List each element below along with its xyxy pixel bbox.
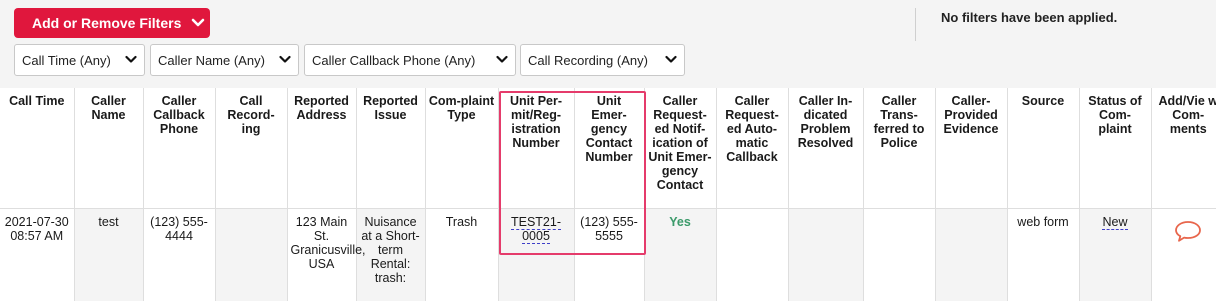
table-row: 2021-07-30 08:57 AM test (123) 555-4444 … [0,208,1216,301]
add-remove-filters-label: Add or Remove Filters [32,15,182,31]
column-header-requested-notification[interactable]: Caller Request-ed Notif-ication of Unit … [644,88,717,209]
filter-divider [915,8,916,41]
cell-provided-evidence [935,208,1008,301]
cell-transferred-police [863,208,936,301]
column-header-transferred-police[interactable]: Caller Trans-ferred to Police [863,88,936,209]
column-header-source[interactable]: Source [1007,88,1080,209]
caller-callback-phone-filter-label: Caller Callback Phone (Any) [312,52,476,68]
call-recording-filter[interactable]: Call Recording (Any) [520,44,685,76]
cell-problem-resolved [788,208,864,301]
cell-call-time: 2021-07-30 08:57 AM [0,208,75,301]
filter-status-text: No filters have been applied. [941,10,1118,25]
caller-name-filter[interactable]: Caller Name (Any) [150,44,299,76]
cell-complaint-type: Trash [425,208,499,301]
cell-emergency-contact: (123) 555-5555 [574,208,645,301]
chevron-down-icon [496,55,508,64]
caller-callback-phone-filter[interactable]: Caller Callback Phone (Any) [304,44,516,76]
chevron-down-icon [191,18,205,28]
speech-bubble-icon[interactable] [1173,219,1203,243]
column-header-call-time[interactable]: Call Time [0,88,75,209]
complaints-table: Call Time Caller Name Caller Callback Ph… [0,88,1216,301]
call-recording-filter-label: Call Recording (Any) [528,52,648,68]
column-header-reported-address[interactable]: Reported Address [287,88,357,209]
cell-requested-notification: Yes [644,208,717,301]
column-header-unit-emergency-contact[interactable]: Unit Emer-gency Contact Number [574,88,645,209]
column-header-status[interactable]: Status of Com-plaint [1079,88,1152,209]
column-header-problem-resolved[interactable]: Caller In-dicated Problem Resolved [788,88,864,209]
column-header-complaint-type[interactable]: Com-plaint Type [425,88,499,209]
unit-permit-link[interactable]: TEST21-0005 [510,214,561,244]
column-header-unit-permit-number[interactable]: Unit Per-mit/Reg-istration Number [498,88,575,209]
filter-bar: Add or Remove Filters No filters have be… [0,0,1216,88]
add-remove-filters-button[interactable]: Add or Remove Filters [14,8,210,38]
column-header-requested-callback[interactable]: Caller Request-ed Auto-matic Callback [716,88,789,209]
status-link[interactable]: New [1102,214,1128,230]
column-header-provided-evidence[interactable]: Caller-Provided Evidence [935,88,1008,209]
cell-status: New [1079,208,1152,301]
cell-caller-name: test [74,208,144,301]
cell-unit-permit: TEST21-0005 [498,208,575,301]
chevron-down-icon [125,55,137,64]
call-time-filter-label: Call Time (Any) [22,52,111,68]
cell-requested-callback [716,208,789,301]
cell-reported-issue: Nuisance at a Short-term Rental: trash: [356,208,426,301]
call-time-filter[interactable]: Call Time (Any) [14,44,145,76]
column-header-caller-name[interactable]: Caller Name [74,88,144,209]
column-header-caller-callback-phone[interactable]: Caller Callback Phone [143,88,216,209]
column-header-reported-issue[interactable]: Reported Issue [356,88,426,209]
table-header-row: Call Time Caller Name Caller Callback Ph… [0,88,1216,209]
notification-yes-value: Yes [669,214,691,229]
column-header-comments[interactable]: Add/Vie w Com-ments [1151,88,1216,209]
cell-call-recording [215,208,288,301]
column-header-call-recording[interactable]: Call Record-ing [215,88,288,209]
cell-comments [1151,208,1216,301]
caller-name-filter-label: Caller Name (Any) [158,52,265,68]
cell-source: web form [1007,208,1080,301]
cell-reported-address: 123 Main St. Granicusville, USA [287,208,366,301]
chevron-down-icon [665,55,677,64]
chevron-down-icon [279,55,291,64]
cell-callback-phone: (123) 555-4444 [143,208,216,301]
